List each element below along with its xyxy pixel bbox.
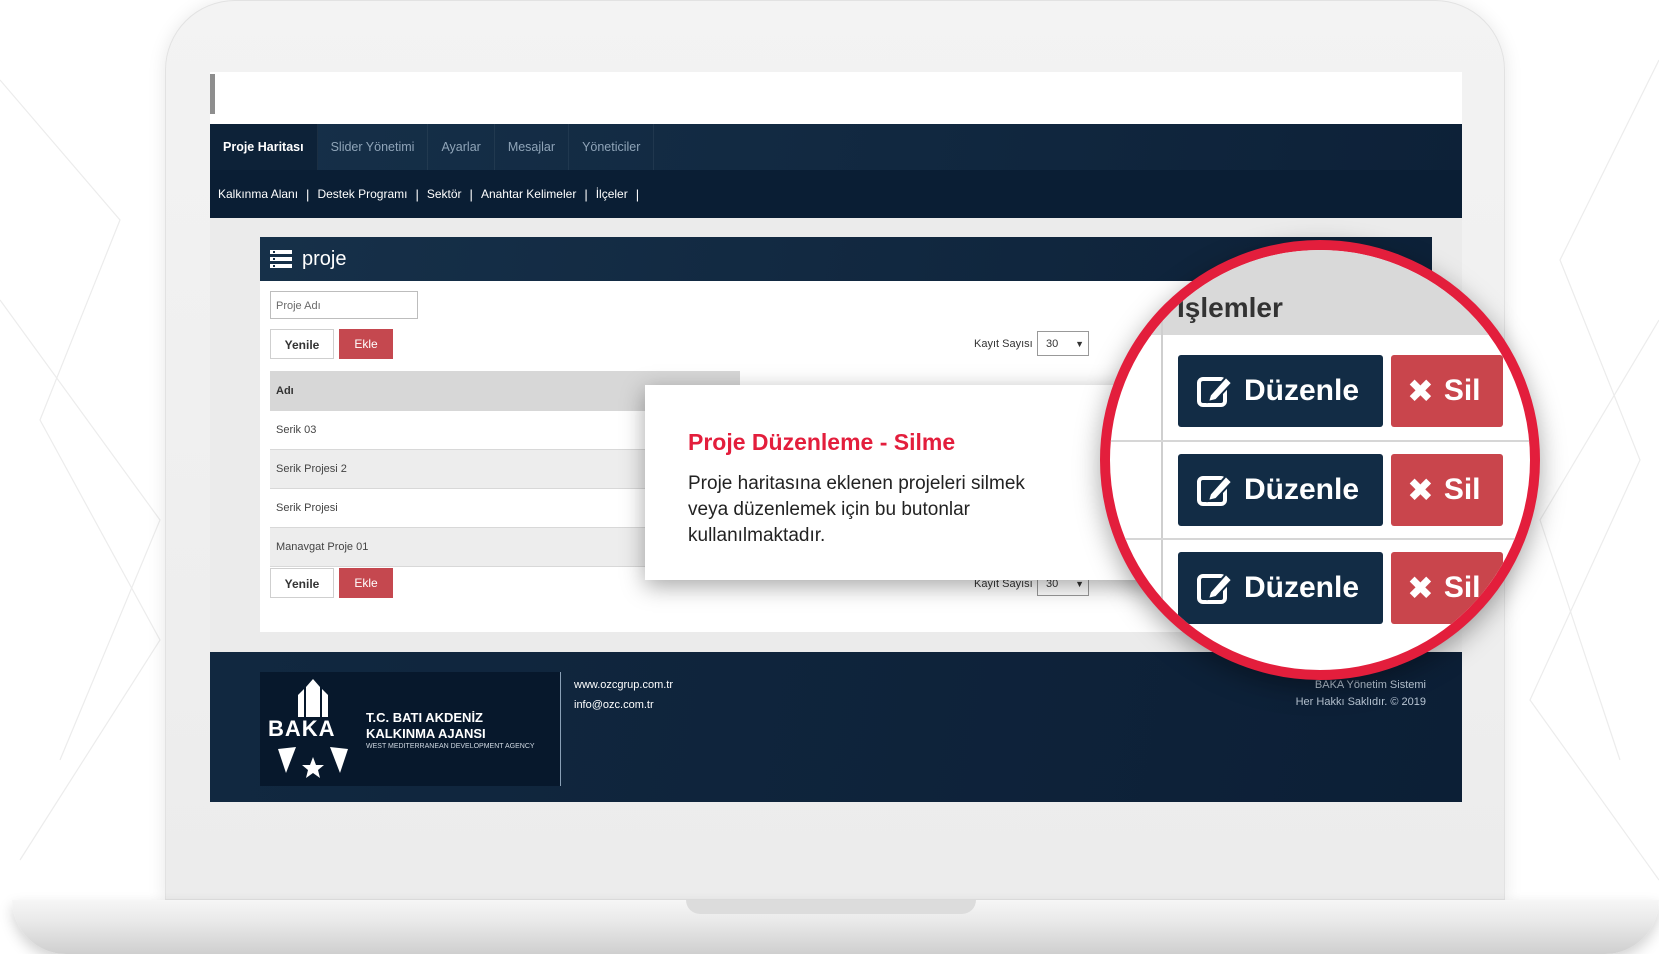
magnified-row-divider (1110, 538, 1530, 540)
callout-description: Proje haritasına eklenen projeleri silme… (688, 473, 1025, 546)
subnav-ilceler[interactable]: İlçeler (588, 187, 636, 201)
delete-button[interactable]: ✖ Sil (1391, 552, 1503, 624)
footer-email-link[interactable]: info@ozc.com.tr (574, 699, 654, 711)
magnifier-content: İşlemler Düzenle ✖ Sil Düzenle ✖ Sil Düz… (1110, 250, 1530, 670)
edit-button[interactable]: Düzenle (1178, 552, 1383, 624)
magnifier-circle: İşlemler Düzenle ✖ Sil Düzenle ✖ Sil Düz… (1100, 240, 1540, 680)
logo-line-1: T.C. BATI AKDENİZ (366, 710, 483, 725)
delete-button[interactable]: ✖ Sil (1391, 454, 1503, 526)
edit-button-label: Düzenle (1244, 473, 1360, 506)
footer-website-link[interactable]: www.ozcgrup.com.tr (574, 679, 673, 691)
edit-button-label: Düzenle (1244, 374, 1360, 407)
edit-icon (1197, 375, 1234, 407)
delete-button-label: Sil (1443, 473, 1481, 506)
tab-yoneticiler[interactable]: Yöneticiler (569, 124, 655, 170)
refresh-button-bottom[interactable]: Yenile (270, 568, 334, 598)
close-icon: ✖ (1407, 570, 1434, 606)
delete-button-label: Sil (1443, 571, 1481, 604)
close-icon: ✖ (1407, 472, 1434, 508)
laptop-notch (686, 900, 976, 914)
main-navigation: Proje Haritası Slider Yönetimi Ayarlar M… (210, 124, 1462, 218)
record-count-label: Kayıt Sayısı (974, 338, 1033, 350)
nav-tabs: Proje Haritası Slider Yönetimi Ayarlar M… (210, 124, 655, 170)
tab-proje-haritasi[interactable]: Proje Haritası (210, 124, 318, 170)
search-input[interactable]: Proje Adı (270, 291, 418, 319)
record-count-select[interactable]: 30 ▼ (1037, 331, 1089, 356)
footer-system-name: BAKA Yönetim Sistemi (1314, 679, 1426, 691)
edit-button-label: Düzenle (1244, 571, 1360, 604)
record-count-value: 30 (1046, 338, 1059, 350)
add-button-bottom[interactable]: Ekle (339, 568, 393, 598)
top-bar (210, 72, 1462, 124)
tab-ayarlar[interactable]: Ayarlar (428, 124, 495, 170)
tab-mesajlar[interactable]: Mesajlar (495, 124, 570, 170)
baka-logo: BAKA T.C. BATI AKDENİZ KALKINMA AJANSI W… (260, 672, 560, 786)
subnav-sektor[interactable]: Sektör (419, 187, 470, 201)
edit-icon (1197, 474, 1234, 506)
subnav-kalkinma-alani[interactable]: Kalkınma Alanı (210, 187, 306, 201)
edit-button[interactable]: Düzenle (1178, 355, 1383, 427)
list-icon (270, 250, 292, 268)
logo-short-name: BAKA (268, 716, 336, 741)
text-caret (210, 74, 215, 114)
delete-button[interactable]: ✖ Sil (1391, 355, 1503, 427)
edit-icon (1197, 572, 1234, 604)
edit-button[interactable]: Düzenle (1178, 454, 1383, 526)
info-callout: Proje Düzenleme - Silme Proje haritasına… (645, 385, 1155, 580)
magnified-column-divider (1161, 250, 1163, 670)
magnified-header: İşlemler (1110, 250, 1530, 335)
callout-title: Proje Düzenleme - Silme (688, 429, 956, 455)
refresh-button[interactable]: Yenile (270, 329, 334, 359)
add-button[interactable]: Ekle (339, 329, 393, 359)
sub-navigation: Kalkınma Alanı | Destek Programı | Sektö… (210, 170, 1462, 218)
close-icon: ✖ (1407, 373, 1434, 409)
subnav-separator: | (635, 186, 640, 202)
tab-slider-yonetimi[interactable]: Slider Yönetimi (318, 124, 429, 170)
footer-copyright: Her Hakkı Saklıdır. © 2019 (1295, 696, 1426, 708)
actions-column-title: İşlemler (1177, 292, 1283, 323)
logo-line-3: WEST MEDITERRANEAN DEVELOPMENT AGENCY (366, 743, 535, 750)
chevron-down-icon: ▼ (1075, 339, 1084, 349)
footer-divider (560, 672, 561, 786)
magnified-row-divider (1110, 440, 1530, 442)
panel-title: proje (302, 247, 347, 270)
logo-line-2: KALKINMA AJANSI (366, 726, 486, 741)
delete-button-label: Sil (1443, 374, 1481, 407)
subnav-destek-programi[interactable]: Destek Programı (309, 187, 415, 201)
subnav-anahtar-kelimeler[interactable]: Anahtar Kelimeler (473, 187, 584, 201)
